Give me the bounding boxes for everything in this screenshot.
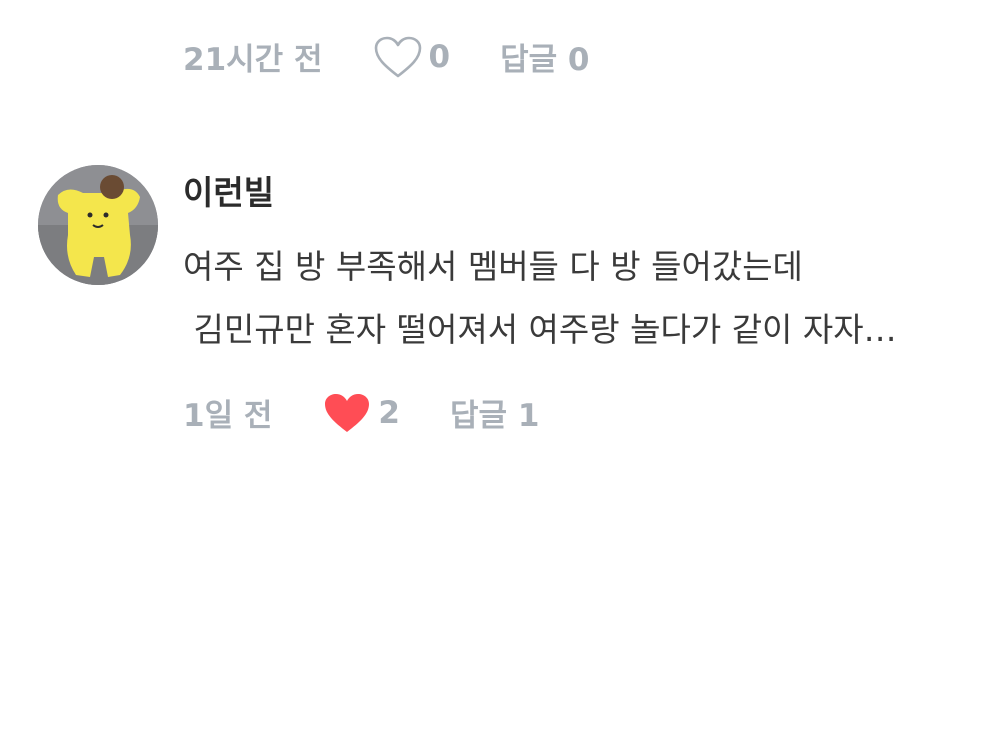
heart-outline-icon bbox=[374, 36, 421, 77]
prev-like-button[interactable]: 0 bbox=[373, 35, 451, 79]
prev-reply-button[interactable]: 답글 0 bbox=[500, 34, 589, 79]
prev-comment-meta: 21시간 전 0 답글 0 bbox=[183, 34, 589, 79]
prev-comment-time: 21시간 전 bbox=[183, 42, 323, 78]
like-count: 2 bbox=[378, 394, 400, 431]
avatar[interactable] bbox=[38, 165, 158, 285]
comment-username[interactable]: 이런빌 bbox=[183, 166, 274, 214]
like-button[interactable]: 2 bbox=[322, 391, 400, 435]
comment-text-line-2[interactable]: 김민규만 혼자 떨어져서 여주랑 놀다가 같이 자자… bbox=[183, 303, 896, 351]
prev-like-count: 0 bbox=[428, 38, 451, 75]
comment-meta: 1일 전 2 답글 1 bbox=[183, 390, 539, 435]
avatar-image bbox=[38, 165, 158, 285]
comment-text-line-1: 여주 집 방 부족해서 멤버들 다 방 들어갔는데 bbox=[183, 247, 803, 286]
reply-button[interactable]: 답글 1 bbox=[450, 390, 539, 435]
comment-time: 1일 전 bbox=[183, 398, 273, 434]
heart-filled-icon bbox=[325, 393, 370, 432]
